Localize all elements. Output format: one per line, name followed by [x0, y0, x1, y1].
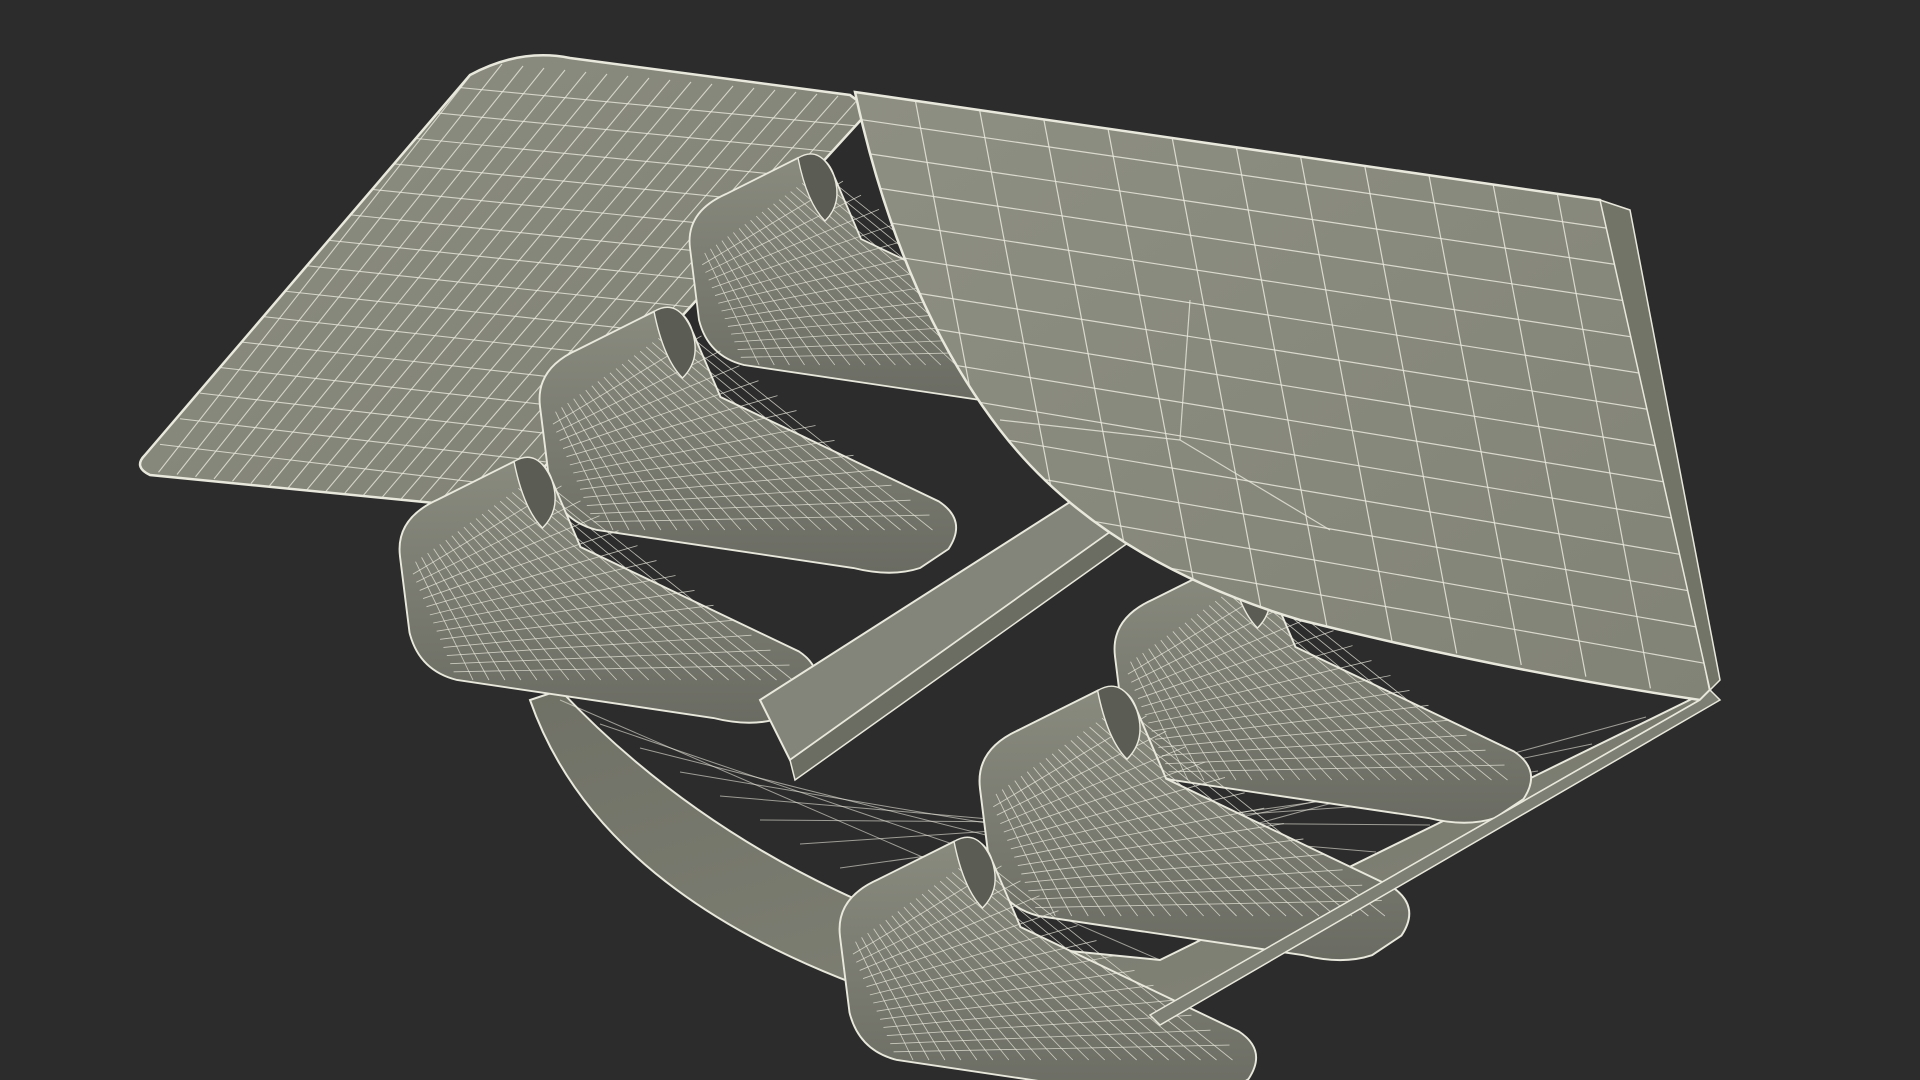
render-viewport [0, 0, 1920, 1080]
wireframe-model-render [138, 54, 1722, 1080]
